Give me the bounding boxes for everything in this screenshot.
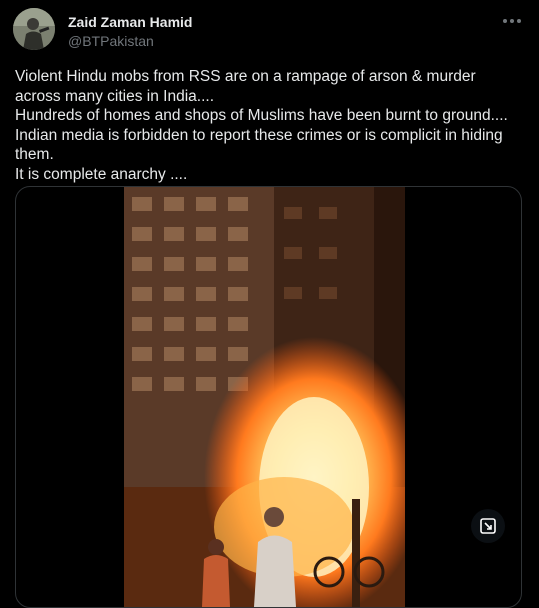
media-card[interactable] bbox=[15, 186, 522, 608]
tweet-line: Violent Hindu mobs from RSS are on a ram… bbox=[15, 68, 476, 85]
video-player[interactable] bbox=[124, 187, 424, 607]
tweet-text: Violent Hindu mobs from RSS are on a ram… bbox=[15, 67, 520, 184]
tweet: Zaid Zaman Hamid @BTPakistan Violent Hin… bbox=[0, 0, 539, 608]
expand-video-icon[interactable] bbox=[471, 509, 505, 543]
tweet-line: It is complete anarchy .... bbox=[15, 165, 188, 183]
tweet-line: them. bbox=[15, 146, 54, 163]
display-name[interactable]: Zaid Zaman Hamid bbox=[68, 14, 192, 30]
more-options-icon[interactable] bbox=[499, 10, 525, 32]
tweet-line: Hundreds of homes and shops of Muslims h… bbox=[15, 107, 508, 124]
user-handle[interactable]: @BTPakistan bbox=[68, 33, 154, 49]
tweet-line: Indian media is forbidden to report thes… bbox=[15, 126, 503, 144]
avatar[interactable] bbox=[13, 8, 55, 50]
tweet-line: across many cities in India.... bbox=[15, 87, 214, 105]
